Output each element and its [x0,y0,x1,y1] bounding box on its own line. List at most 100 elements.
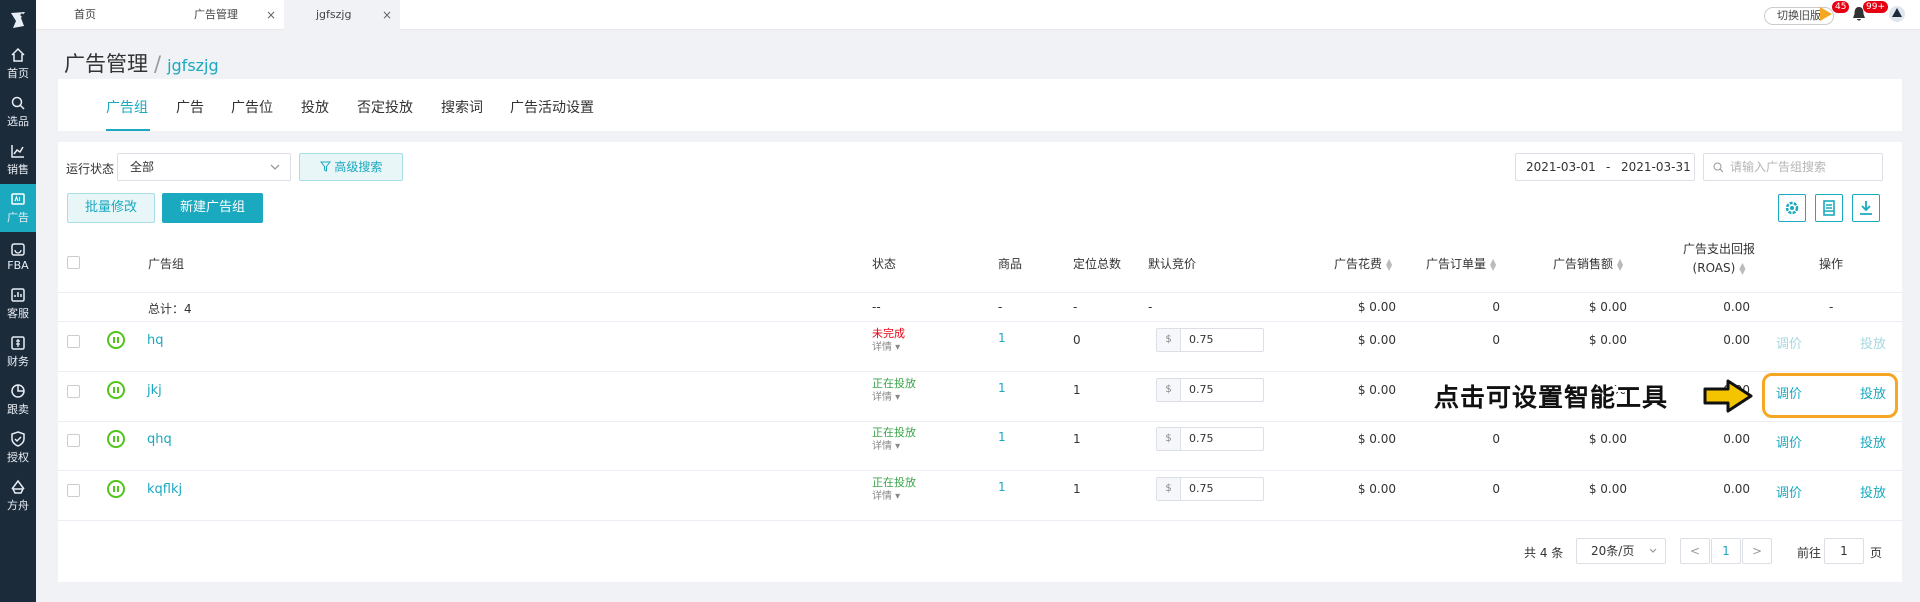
advanced-search-button[interactable]: 高级搜索 [299,153,403,181]
targeting-link[interactable]: 投放 [1860,482,1886,501]
divider [58,421,1902,422]
total-orders: 0 [1492,300,1500,314]
bid-input[interactable]: $0.75 [1156,328,1264,352]
roas-value: 0.00 [1723,333,1750,347]
sidebar-item-5[interactable]: 客服 [0,280,36,328]
currency-label: $ [1157,329,1181,351]
row-checkbox[interactable] [67,385,80,398]
detail-toggle[interactable]: 详情 ▾ [872,490,916,504]
sidebar-item-2[interactable]: 销售 [0,136,36,184]
tab-ad[interactable]: 广告 [176,97,204,117]
tab-search-terms[interactable]: 搜索词 [441,97,483,117]
adjust-price-link[interactable]: 调价 [1776,432,1802,451]
goto-page-input[interactable]: 1 [1824,538,1864,564]
targeting-link[interactable]: 投放 [1860,432,1886,451]
ad-group-name[interactable]: kqflkj [147,482,182,497]
ad-group-name[interactable]: jkj [147,383,162,398]
pause-icon[interactable] [107,480,125,498]
tab-ad-management[interactable]: 广告管理 × [122,0,284,30]
products-count[interactable]: 1 [998,381,1006,395]
sidebar-item-1[interactable]: 选品 [0,88,36,136]
sidebar-item-0[interactable]: 首页 [0,40,36,88]
sidebar-item-3[interactable]: 广告 [0,184,36,232]
status-cell: 未完成 详情 ▾ [872,327,905,355]
arrow-right-icon [1703,379,1753,413]
spend-value: $ 0.00 [1357,333,1396,347]
sidebar-item-6[interactable]: 财务 [0,328,36,376]
total-bid: - [1148,300,1153,314]
chart-icon [11,145,24,158]
sidebar-item-7[interactable]: 跟卖 [0,376,36,424]
adjust-price-link[interactable]: 调价 [1776,482,1802,501]
close-icon[interactable]: × [266,0,276,30]
status-select[interactable]: 全部 [117,153,291,181]
tab-home[interactable]: 首页 [36,0,122,30]
bid-input[interactable]: $0.75 [1156,378,1264,402]
detail-toggle[interactable]: 详情 ▾ [872,440,916,454]
new-ad-group-button[interactable]: 新建广告组 [162,193,263,223]
download-button[interactable] [1852,194,1880,222]
close-icon[interactable]: × [382,0,392,30]
pause-icon[interactable] [107,381,125,399]
detail-toggle[interactable]: 详情 ▾ [872,391,916,405]
sidebar-item-8[interactable]: 授权 [0,424,36,472]
avatar[interactable] [1888,5,1906,23]
col-orders[interactable]: 广告订单量 ▲ ▼ [1426,255,1496,272]
spend-value: $ 0.00 [1357,432,1396,446]
breadcrumb[interactable]: jgfszjg [167,56,219,75]
targeting-link[interactable]: 投放 [1860,333,1886,352]
sales-value: $ 0.00 [1588,333,1627,347]
ad-group-search-input[interactable]: 请输入广告组搜索 [1703,153,1883,181]
col-sales[interactable]: 广告销售额 ▲ ▼ [1553,255,1623,272]
prev-page-button[interactable]: < [1680,538,1710,564]
date-range-picker[interactable]: 2021-03-01 - 2021-03-31 [1515,153,1695,181]
status-badge: 正在投放 [872,426,916,439]
tab-campaign-settings[interactable]: 广告活动设置 [510,97,594,117]
page-size-select[interactable]: 20条/页 [1576,538,1666,564]
adjust-price-link[interactable]: 调价 [1776,333,1802,352]
orders-value: 0 [1492,482,1500,496]
sort-icon: ▲ ▼ [1386,256,1393,272]
print-button[interactable] [1815,194,1843,222]
row-checkbox[interactable] [67,484,80,497]
total-ops: - [1829,300,1834,314]
detail-toggle[interactable]: 详情 ▾ [872,341,905,355]
next-page-button[interactable]: > [1742,538,1772,564]
sidebar-item-4[interactable]: FBA [0,232,36,280]
tab-targeting[interactable]: 投放 [301,97,329,117]
col-products: 商品 [998,257,1023,271]
ad-group-name[interactable]: qhq [147,432,172,447]
total-roas: 0.00 [1723,300,1750,314]
products-count[interactable]: 1 [998,430,1006,444]
products-count[interactable]: 1 [998,331,1006,345]
tab-bar: 首页 广告管理 × jgfszjg × 切换旧版 45 99+ [36,0,1920,30]
pause-icon[interactable] [107,331,125,349]
currency-label: $ [1157,379,1181,401]
col-roas[interactable]: 广告支出回报 (ROAS) ▲ ▼ [1683,240,1755,278]
tab-ad-placement[interactable]: 广告位 [231,97,273,117]
col-spend[interactable]: 广告花费 ▲ ▼ [1334,255,1392,272]
ad-group-name[interactable]: hq [147,333,164,348]
row-checkbox[interactable] [67,434,80,447]
app-logo[interactable] [0,0,36,40]
pause-icon[interactable] [107,430,125,448]
active-tab-indicator [106,129,150,131]
settings-button[interactable] [1778,194,1806,222]
tab-jgfszjg[interactable]: jgfszjg × [284,0,400,30]
total-label: 总计：4 [148,302,192,316]
row-checkbox[interactable] [67,335,80,348]
products-count[interactable]: 1 [998,480,1006,494]
follow-icon [11,384,25,398]
tab-ad-group[interactable]: 广告组 [106,97,148,117]
bid-input[interactable]: $0.75 [1156,477,1264,501]
spend-value: $ 0.00 [1357,482,1396,496]
select-all-checkbox[interactable] [67,256,80,269]
play-icon[interactable] [1819,6,1833,22]
orders-value: 0 [1492,432,1500,446]
bid-input[interactable]: $0.75 [1156,427,1264,451]
current-page[interactable]: 1 [1711,538,1741,564]
sidebar-item-9[interactable]: 方舟 [0,472,36,520]
batch-edit-button[interactable]: 批量修改 [67,193,155,223]
status-badge: 正在投放 [872,377,916,390]
tab-negative-targeting[interactable]: 否定投放 [357,97,413,117]
